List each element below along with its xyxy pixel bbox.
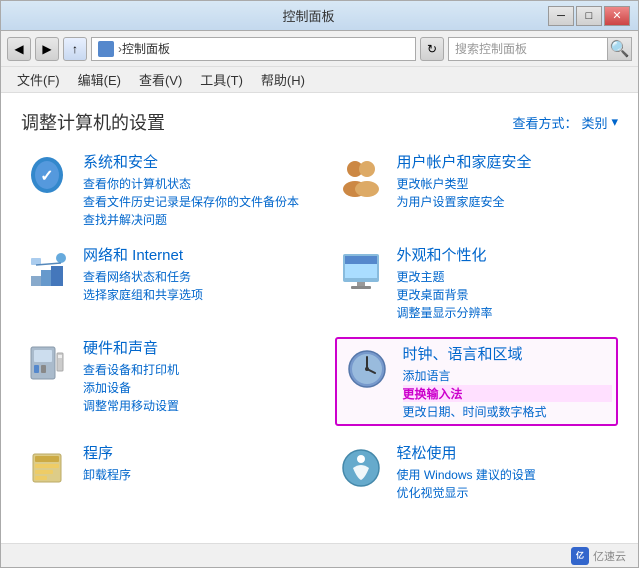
maximize-button[interactable]: □	[576, 6, 602, 26]
user-accounts-title[interactable]: 用户帐户和家庭安全	[397, 151, 619, 172]
user-accounts-icon	[335, 151, 387, 203]
clock-icon	[341, 343, 393, 395]
easy-link-0[interactable]: 使用 Windows 建议的设置	[397, 466, 619, 483]
category-system-security: ✓ 系统和安全 查看你的计算机状态 查看文件历史记录是保存你的文件备份本 查找并…	[21, 151, 305, 228]
user-accounts-links: 更改帐户类型 为用户设置家庭安全	[397, 175, 619, 210]
appearance-link-2[interactable]: 调整量显示分辨率	[397, 304, 619, 321]
menu-view[interactable]: 查看(V)	[131, 68, 190, 91]
programs-text: 程序 卸载程序	[83, 442, 305, 483]
address-bar: ◀ ▶ ↑ › 控制面板 ↻ 搜索控制面板 🔍	[1, 31, 638, 67]
watermark-text: 亿速云	[593, 548, 626, 564]
network-links: 查看网络状态和任务 选择家庭组和共享选项	[83, 268, 305, 303]
clock-text: 时钟、语言和区域 添加语言 更换输入法 更改日期、时间或数字格式	[403, 343, 613, 420]
category-clock: 时钟、语言和区域 添加语言 更换输入法 更改日期、时间或数字格式	[335, 337, 619, 426]
system-link-0[interactable]: 查看你的计算机状态	[83, 175, 305, 192]
programs-links: 卸载程序	[83, 466, 305, 483]
title-bar: 控制面板 ─ □ ✕	[1, 1, 638, 31]
appearance-link-0[interactable]: 更改主题	[397, 268, 619, 285]
category-programs: 程序 卸载程序	[21, 442, 305, 501]
menu-bar: 文件(F) 编辑(E) 查看(V) 工具(T) 帮助(H)	[1, 67, 638, 93]
hardware-text: 硬件和声音 查看设备和打印机 添加设备 调整常用移动设置	[83, 337, 305, 414]
category-network: 网络和 Internet 查看网络状态和任务 选择家庭组和共享选项	[21, 244, 305, 321]
view-dropdown-icon[interactable]: ▾	[611, 114, 618, 130]
search-button[interactable]: 🔍	[608, 37, 632, 61]
category-hardware: 硬件和声音 查看设备和打印机 添加设备 调整常用移动设置	[21, 337, 305, 426]
user-link-1[interactable]: 为用户设置家庭安全	[397, 193, 619, 210]
hardware-link-1[interactable]: 添加设备	[83, 379, 305, 396]
minimize-button[interactable]: ─	[548, 6, 574, 26]
system-security-title[interactable]: 系统和安全	[83, 151, 305, 172]
items-grid: ✓ 系统和安全 查看你的计算机状态 查看文件历史记录是保存你的文件备份本 查找并…	[21, 151, 618, 501]
close-button[interactable]: ✕	[604, 6, 630, 26]
network-link-0[interactable]: 查看网络状态和任务	[83, 268, 305, 285]
system-security-icon: ✓	[21, 151, 73, 203]
menu-edit[interactable]: 编辑(E)	[70, 68, 129, 91]
menu-file[interactable]: 文件(F)	[9, 68, 68, 91]
watermark: 亿 亿速云	[571, 547, 626, 565]
category-easy-access: 轻松使用 使用 Windows 建议的设置 优化视觉显示	[335, 442, 619, 501]
page-title: 调整计算机的设置	[21, 109, 165, 135]
network-link-1[interactable]: 选择家庭组和共享选项	[83, 286, 305, 303]
clock-link-0[interactable]: 添加语言	[403, 367, 613, 384]
appearance-title[interactable]: 外观和个性化	[397, 244, 619, 265]
system-security-text: 系统和安全 查看你的计算机状态 查看文件历史记录是保存你的文件备份本 查找并解决…	[83, 151, 305, 228]
appearance-link-1[interactable]: 更改桌面背景	[397, 286, 619, 303]
hardware-links: 查看设备和打印机 添加设备 调整常用移动设置	[83, 361, 305, 414]
user-link-0[interactable]: 更改帐户类型	[397, 175, 619, 192]
appearance-links: 更改主题 更改桌面背景 调整量显示分辨率	[397, 268, 619, 321]
window-controls: ─ □ ✕	[548, 6, 630, 26]
clock-links: 添加语言 更换输入法 更改日期、时间或数字格式	[403, 367, 613, 420]
system-link-1[interactable]: 查看文件历史记录是保存你的文件备份本	[83, 193, 305, 210]
watermark-logo: 亿	[571, 547, 589, 565]
easy-access-links: 使用 Windows 建议的设置 优化视觉显示	[397, 466, 619, 501]
view-control: 查看方式： 类别 ▾	[512, 113, 618, 132]
programs-icon	[21, 442, 73, 494]
user-accounts-text: 用户帐户和家庭安全 更改帐户类型 为用户设置家庭安全	[397, 151, 619, 210]
appearance-text: 外观和个性化 更改主题 更改桌面背景 调整量显示分辨率	[397, 244, 619, 321]
refresh-button[interactable]: ↻	[420, 37, 444, 61]
search-container: 搜索控制面板 🔍	[448, 37, 632, 61]
system-link-2[interactable]: 查找并解决问题	[83, 211, 305, 228]
clock-title[interactable]: 时钟、语言和区域	[403, 343, 613, 364]
easy-access-title[interactable]: 轻松使用	[397, 442, 619, 463]
address-path: 控制面板	[122, 40, 170, 57]
programs-title[interactable]: 程序	[83, 442, 305, 463]
clock-link-1[interactable]: 更换输入法	[403, 385, 613, 402]
network-icon	[21, 244, 73, 296]
main-content: 调整计算机的设置 查看方式： 类别 ▾ ✓ 系统和安全	[1, 93, 638, 543]
system-security-links: 查看你的计算机状态 查看文件历史记录是保存你的文件备份本 查找并解决问题	[83, 175, 305, 228]
menu-help[interactable]: 帮助(H)	[253, 68, 313, 91]
clock-link-2[interactable]: 更改日期、时间或数字格式	[403, 403, 613, 420]
bottom-bar: 亿 亿速云	[1, 543, 638, 567]
hardware-icon	[21, 337, 73, 389]
back-button[interactable]: ◀	[7, 37, 31, 61]
network-text: 网络和 Internet 查看网络状态和任务 选择家庭组和共享选项	[83, 244, 305, 303]
main-window: 控制面板 ─ □ ✕ ◀ ▶ ↑ › 控制面板 ↻ 搜索控制面板 🔍 文件(F)…	[0, 0, 639, 568]
view-mode[interactable]: 类别	[581, 113, 607, 132]
category-user-accounts: 用户帐户和家庭安全 更改帐户类型 为用户设置家庭安全	[335, 151, 619, 228]
easy-access-icon	[335, 442, 387, 494]
forward-button[interactable]: ▶	[35, 37, 59, 61]
easy-access-text: 轻松使用 使用 Windows 建议的设置 优化视觉显示	[397, 442, 619, 501]
menu-tools[interactable]: 工具(T)	[192, 68, 251, 91]
search-input[interactable]: 搜索控制面板	[448, 37, 608, 61]
hardware-link-0[interactable]: 查看设备和打印机	[83, 361, 305, 378]
easy-link-1[interactable]: 优化视觉显示	[397, 484, 619, 501]
network-title[interactable]: 网络和 Internet	[83, 244, 305, 265]
path-icon	[98, 41, 114, 57]
window-title: 控制面板	[69, 6, 548, 25]
appearance-icon	[335, 244, 387, 296]
address-input[interactable]: › 控制面板	[91, 37, 416, 61]
content-header: 调整计算机的设置 查看方式： 类别 ▾	[21, 109, 618, 135]
hardware-title[interactable]: 硬件和声音	[83, 337, 305, 358]
view-label: 查看方式：	[512, 113, 577, 132]
up-button[interactable]: ↑	[63, 37, 87, 61]
hardware-link-2[interactable]: 调整常用移动设置	[83, 397, 305, 414]
programs-link-0[interactable]: 卸载程序	[83, 466, 305, 483]
svg-text:✓: ✓	[40, 168, 53, 185]
category-appearance: 外观和个性化 更改主题 更改桌面背景 调整量显示分辨率	[335, 244, 619, 321]
